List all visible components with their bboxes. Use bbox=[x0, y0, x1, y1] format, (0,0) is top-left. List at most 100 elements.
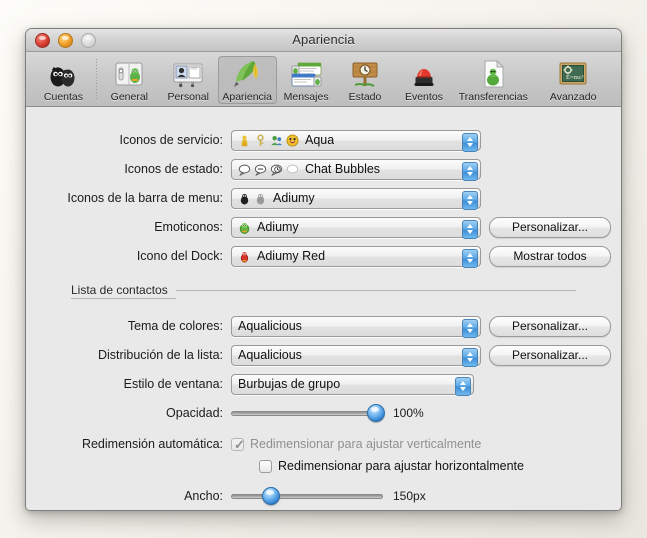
popup-list-layout[interactable]: Aqualicious bbox=[231, 344, 481, 367]
row-service-icons: Iconos de servicio: Aqua bbox=[26, 129, 621, 152]
toolbar-label-estado: Estado bbox=[348, 91, 382, 103]
checkbox-resize-horizontal-label: Redimensionar para ajustar horizontalmen… bbox=[278, 459, 524, 473]
stepper-list-layout[interactable] bbox=[462, 347, 478, 367]
checkbox-resize-vertical: ✓ Redimensionar para ajustar verticalmen… bbox=[231, 437, 481, 451]
row-window-style: Estilo de ventana: Burbujas de grupo bbox=[26, 373, 621, 396]
label-auto-resize: Redimensión automática: bbox=[81, 437, 223, 451]
label-color-theme: Tema de colores: bbox=[127, 319, 223, 333]
window-title: Apariencia bbox=[292, 32, 355, 47]
toolbar-item-apariencia[interactable]: Apariencia bbox=[217, 56, 277, 104]
width-slider-knob[interactable] bbox=[262, 487, 281, 505]
adiumy-dark-icon bbox=[240, 193, 249, 205]
offline-bubble-icon bbox=[286, 164, 299, 173]
checkbox-resize-horizontal[interactable]: Redimensionar para ajustar horizontalmen… bbox=[259, 459, 524, 473]
width-value: 150px bbox=[393, 489, 426, 503]
label-menubar-icons: Iconos de la barra de menu: bbox=[67, 191, 223, 205]
toolbar-item-eventos[interactable]: Eventos bbox=[394, 56, 453, 104]
toolbar-item-transferencias[interactable]: Transferencias bbox=[453, 56, 533, 104]
stepper-color-theme[interactable] bbox=[462, 318, 478, 338]
width-slider[interactable] bbox=[231, 487, 383, 505]
popup-value-status-icons: Chat Bubbles bbox=[305, 162, 381, 176]
stepper-menubar-icons[interactable] bbox=[462, 190, 478, 210]
customize-emoticons-button[interactable]: Personalizar... bbox=[489, 216, 611, 238]
popup-value-list-layout: Aqualicious bbox=[238, 348, 302, 362]
popup-dock-icon[interactable]: Adiumy Red bbox=[231, 245, 481, 268]
toolbar-label-personal: Personal bbox=[167, 91, 209, 103]
adiumy-red-icon bbox=[240, 251, 249, 263]
width-slider-track[interactable] bbox=[231, 493, 383, 499]
section-title-underline bbox=[71, 298, 176, 299]
accounts-icon bbox=[47, 58, 79, 90]
opacity-slider-knob[interactable] bbox=[367, 404, 385, 422]
row-list-layout: Distribución de la lista: Aqualicious Pe… bbox=[26, 344, 621, 367]
stepper-service-icons[interactable] bbox=[462, 132, 478, 152]
stepper-window-style[interactable] bbox=[455, 376, 471, 396]
personal-icon bbox=[172, 58, 204, 90]
emoticons-preview bbox=[238, 221, 251, 234]
row-dock-icon: Icono del Dock: Adiumy Red Mostrar todos bbox=[26, 245, 621, 268]
toolbar-item-avanzado[interactable]: E=mc² Avanzado bbox=[533, 56, 613, 104]
status-signpost-icon bbox=[349, 58, 381, 90]
away-bubble-icon bbox=[254, 164, 267, 176]
general-icon bbox=[113, 58, 145, 90]
available-bubble-icon bbox=[238, 164, 251, 176]
checkbox-resize-horizontal-box[interactable] bbox=[259, 459, 272, 473]
popup-window-style[interactable]: Burbujas de grupo bbox=[231, 373, 474, 396]
toolbar-separator bbox=[95, 59, 97, 100]
window-titlebar[interactable]: Apariencia bbox=[26, 29, 621, 52]
popup-service-icons[interactable]: Aqua bbox=[231, 129, 481, 152]
appearance-feather-icon bbox=[231, 58, 263, 90]
popup-color-theme[interactable]: Aqualicious bbox=[231, 315, 481, 338]
opacity-slider[interactable] bbox=[231, 404, 385, 422]
stepper-status-icons[interactable] bbox=[462, 161, 478, 181]
label-list-layout: Distribución de la lista: bbox=[97, 348, 223, 362]
events-siren-icon bbox=[408, 58, 440, 90]
customize-list-layout-button[interactable]: Personalizar... bbox=[489, 344, 611, 366]
toolbar-label-apariencia: Apariencia bbox=[222, 91, 272, 103]
popup-status-icons[interactable]: Chat Bubbles bbox=[231, 158, 481, 181]
popup-value-service-icons: Aqua bbox=[305, 133, 335, 147]
customize-color-theme-button[interactable]: Personalizar... bbox=[489, 315, 611, 337]
stepper-emoticons[interactable] bbox=[462, 219, 478, 239]
toolbar-item-general[interactable]: General bbox=[100, 56, 159, 104]
toolbar-label-mensajes: Mensajes bbox=[283, 91, 329, 103]
toolbar-item-estado[interactable]: Estado bbox=[336, 56, 395, 104]
checkbox-resize-vertical-box: ✓ bbox=[231, 436, 245, 452]
row-status-icons: Iconos de estado: Chat Bubbles bbox=[26, 158, 621, 181]
service-icons-preview bbox=[238, 133, 299, 147]
label-status-icons: Iconos de estado: bbox=[124, 162, 223, 176]
label-dock-icon: Icono del Dock: bbox=[136, 249, 223, 263]
label-service-icons: Iconos de servicio: bbox=[119, 133, 223, 147]
messages-icon bbox=[290, 58, 322, 90]
toolbar-item-personal[interactable]: Personal bbox=[159, 56, 218, 104]
smiley-icon bbox=[286, 133, 299, 147]
toolbar-label-transferencias: Transferencias bbox=[458, 91, 528, 103]
row-emoticons: Emoticonos: Adiumy Personalizar... bbox=[26, 216, 621, 239]
section-contact-list: Lista de contactos bbox=[71, 283, 576, 297]
status-icons-preview bbox=[238, 163, 299, 176]
show-all-dock-icons-button[interactable]: Mostrar todos bbox=[489, 245, 611, 267]
toolbar-item-cuentas[interactable]: Cuentas bbox=[34, 56, 93, 104]
checkbox-resize-vertical-label: Redimensionar para ajustar verticalmente bbox=[250, 437, 482, 451]
row-menubar-icons: Iconos de la barra de menu: Adiumy bbox=[26, 187, 621, 210]
popup-value-window-style: Burbujas de grupo bbox=[238, 377, 341, 391]
popup-value-dock-icon: Adiumy Red bbox=[257, 249, 326, 263]
popup-value-menubar-icons: Adiumy bbox=[273, 191, 315, 205]
stepper-dock-icon[interactable] bbox=[462, 248, 478, 268]
opacity-slider-track[interactable] bbox=[231, 410, 383, 416]
toolbar-label-general: General bbox=[110, 91, 149, 103]
toolbar-item-mensajes[interactable]: Mensajes bbox=[277, 56, 336, 104]
toolbar-label-avanzado: Avanzado bbox=[549, 91, 597, 103]
popup-emoticons[interactable]: Adiumy bbox=[231, 216, 481, 239]
dock-icon-preview bbox=[238, 250, 251, 263]
label-width: Ancho: bbox=[184, 489, 223, 503]
checkmark-icon: ✓ bbox=[234, 436, 245, 452]
popup-menubar-icons[interactable]: Adiumy bbox=[231, 187, 481, 210]
appearance-pane: Iconos de servicio: Aqua Iconos de estad… bbox=[26, 107, 621, 510]
popup-value-emoticons: Adiumy bbox=[257, 220, 299, 234]
row-width: Ancho: 150px bbox=[26, 485, 621, 507]
section-rule bbox=[175, 289, 576, 291]
advanced-chalkboard-icon: E=mc² bbox=[557, 58, 589, 90]
adiumy-gray-icon bbox=[256, 193, 265, 205]
popup-value-color-theme: Aqualicious bbox=[238, 319, 302, 333]
